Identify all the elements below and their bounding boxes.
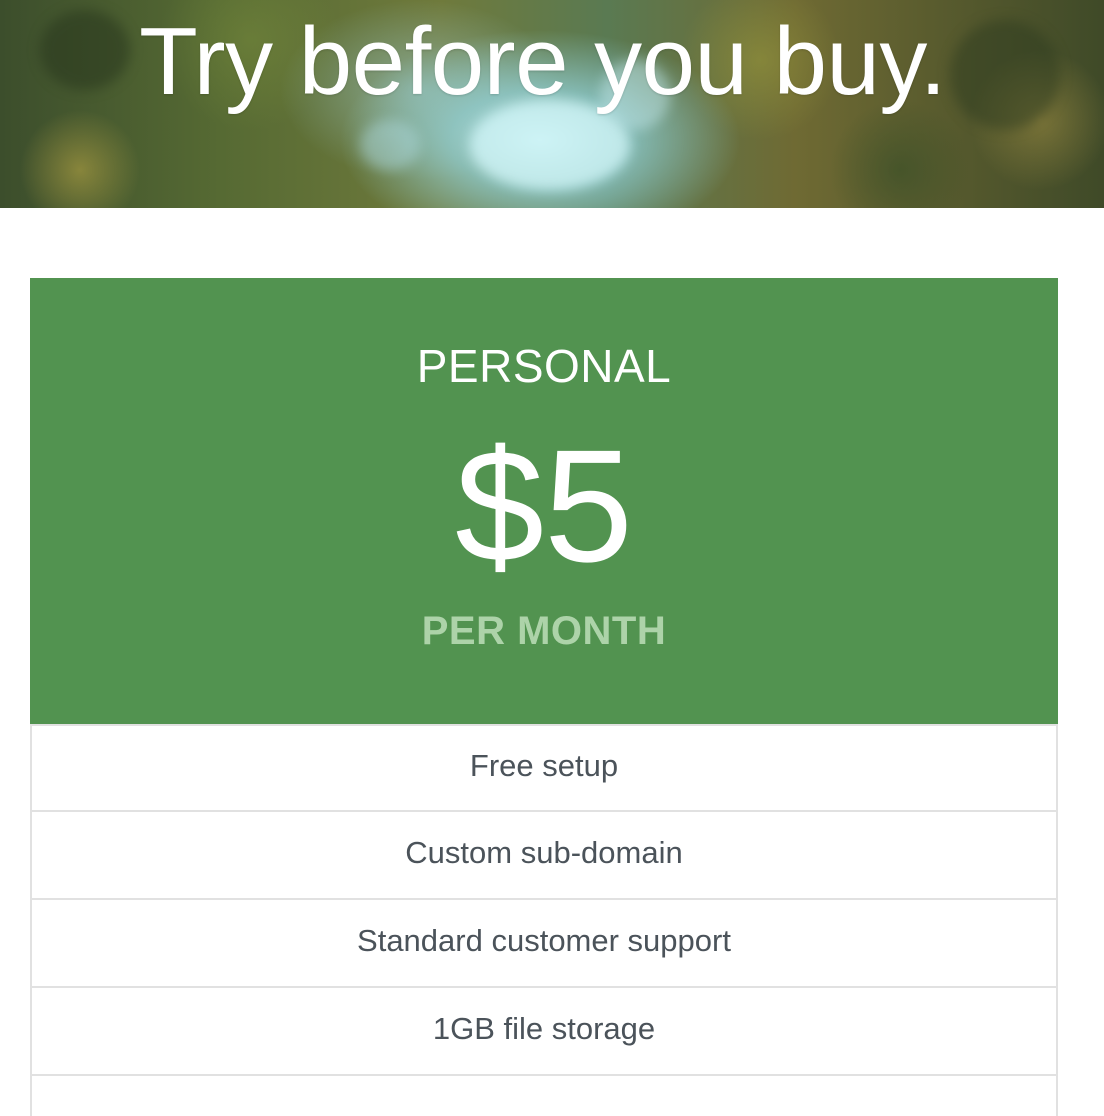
feature-item: 1GB file storage: [30, 988, 1058, 1076]
feature-item: Free setup: [30, 724, 1058, 812]
plan-period: PER MONTH: [421, 609, 667, 653]
pricing-card-header: PERSONAL $5 PER MONTH: [30, 278, 1058, 724]
plan-price: $5: [455, 416, 633, 595]
hero-bokeh: [360, 120, 420, 170]
feature-item: Custom sub-domain: [30, 812, 1058, 900]
plan-name: PERSONAL: [416, 340, 672, 392]
pricing-card-personal: PERSONAL $5 PER MONTH Free setup Custom …: [30, 278, 1058, 1116]
hero-title: Try before you buy.: [139, 8, 946, 115]
feature-item: Standard customer support: [30, 900, 1058, 988]
feature-list: Free setup Custom sub-domain Standard cu…: [30, 724, 1058, 1116]
hero-banner: Try before you buy.: [0, 0, 1104, 208]
feature-item: [30, 1076, 1058, 1116]
